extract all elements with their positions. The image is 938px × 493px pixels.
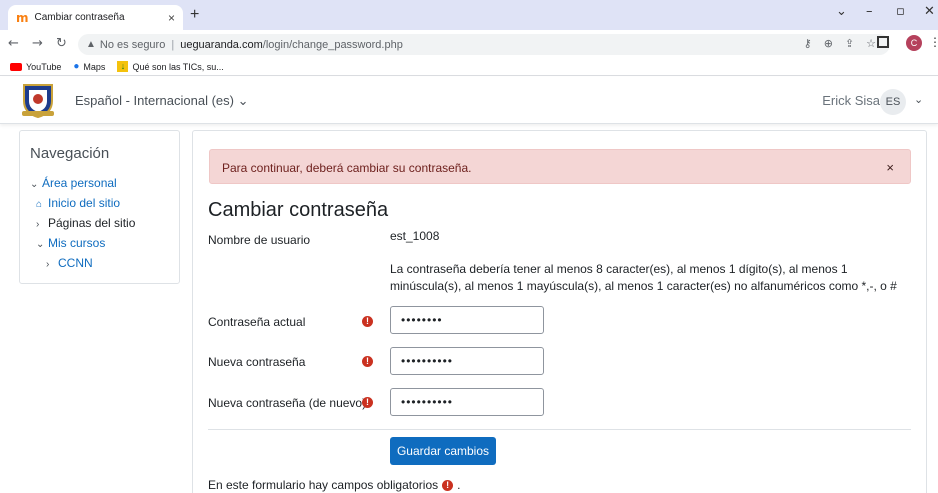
url-host: ueguaranda.com [180,38,263,51]
user-menu-chevron-icon[interactable]: ⌄ [914,93,923,106]
bookmark-label: Qué son las TICs, su... [132,61,224,72]
bookmark-maps[interactable]: ● Maps [73,61,105,72]
nav-item-ccnn[interactable]: › CCNN [30,254,169,274]
language-menu[interactable]: Español - Internacional (es) ⌄ [75,93,248,109]
tab-title: Cambiar contraseña [34,12,125,23]
profile-avatar[interactable]: C [906,35,922,51]
address-separator: | [171,38,175,51]
bookmarks-bar: YouTube ● Maps ↓ Qué son las TICs, su... [0,58,938,76]
alert-close-icon[interactable]: × [886,160,894,175]
browser-menu-icon[interactable]: ⋮ [929,35,938,49]
bookmark-label: Maps [83,61,106,72]
school-crest-logo[interactable] [20,81,56,119]
forward-icon[interactable]: → [32,36,43,51]
nav-item-label[interactable]: Páginas del sitio [48,216,135,230]
new-password-label: Nueva contraseña [208,355,306,369]
nav-item-paginas-sitio[interactable]: › Páginas del sitio [30,214,169,234]
share-icon[interactable]: ⇪ [845,37,854,50]
alert-text: Para continuar, deberá cambiar su contra… [222,161,472,175]
browser-toolbar: ← → ↻ ▲ No es seguro | ueguaranda.com /l… [0,30,938,58]
url-path: /login/change_password.php [262,38,403,51]
warning-triangle-icon[interactable]: ▲ [86,39,96,50]
chevron-right-icon[interactable]: › [36,215,44,234]
alert-message: Para continuar, deberá cambiar su contra… [209,149,911,184]
download-bookmark-icon: ↓ [117,61,129,72]
user-avatar[interactable]: ES [880,89,906,115]
bookmark-label: YouTube [26,61,62,72]
chevron-down-icon[interactable]: ⌄ [36,235,44,254]
save-changes-button[interactable]: Guardar cambios [390,437,496,465]
required-fields-note: En este formulario hay campos obligatori… [208,478,460,492]
minimize-icon[interactable]: – [866,4,873,19]
chevron-right-icon[interactable]: › [46,255,54,274]
address-bar[interactable]: ▲ No es seguro | ueguaranda.com /login/c… [78,34,890,55]
required-icon: ! [442,479,454,491]
close-window-icon[interactable]: ✕ [924,4,935,19]
moodle-favicon-icon: m [16,10,29,25]
browser-tab[interactable]: m Cambiar contraseña × [8,5,183,30]
navigation-heading: Navegación [30,145,110,162]
username-label: Nombre de usuario [208,233,311,247]
confirm-password-input[interactable]: •••••••••• [390,388,544,416]
nav-item-label[interactable]: Inicio del sitio [48,196,120,210]
site-navbar: Español - Internacional (es) ⌄ Erick Sis… [0,77,938,124]
required-note-text: En este formulario hay campos obligatori… [208,478,439,492]
required-icon: ! [362,356,373,367]
nav-item-label[interactable]: Mis cursos [48,236,105,250]
zoom-icon[interactable]: ⊕ [824,37,833,50]
nav-item-mis-cursos[interactable]: ⌄ Mis cursos [30,234,169,254]
new-password-input[interactable]: •••••••••• [390,347,544,375]
current-password-label: Contraseña actual [208,315,306,329]
restore-icon[interactable]: ▫ [896,4,905,19]
bookmark-star-icon[interactable]: ☆ [866,37,876,50]
main-region: Para continuar, deberá cambiar su contra… [192,130,927,493]
navigation-block: Navegación ⌄ Área personal ⌂ Inicio del si… [19,130,180,284]
username-value: est_1008 [390,229,440,243]
youtube-icon [10,62,22,71]
reload-icon[interactable]: ↻ [56,36,67,51]
nav-item-label[interactable]: Área personal [42,176,117,190]
confirm-password-label: Nueva contraseña (de nuevo) [208,396,367,410]
address-bar-actions: ⚷ ⊕ ⇪ ☆ [804,37,876,50]
side-panel-icon[interactable] [877,36,889,48]
current-password-input[interactable]: •••••••• [390,306,544,334]
required-icon: ! [362,397,373,408]
new-tab-icon[interactable]: + [190,6,199,24]
user-name[interactable]: Erick Sisa [822,93,880,108]
bookmark-youtube[interactable]: YouTube [10,62,61,72]
nav-item-area-personal[interactable]: ⌄ Área personal [30,174,169,194]
password-policy-text: La contraseña debería tener al menos 8 c… [390,262,897,293]
key-icon[interactable]: ⚷ [804,37,812,50]
nav-item-inicio-sitio[interactable]: ⌂ Inicio del sitio [30,194,169,214]
maps-pin-icon: ● [73,61,80,72]
tab-close-icon[interactable]: × [168,11,175,25]
nav-item-label[interactable]: CCNN [58,256,93,270]
form-divider [208,429,911,430]
tab-search-chevron-icon[interactable]: ⌄ [836,4,847,19]
security-status[interactable]: No es seguro [100,39,165,51]
page-title: Cambiar contraseña [208,199,389,221]
chevron-down-icon[interactable]: ⌄ [30,175,38,194]
back-icon[interactable]: ← [8,36,19,51]
browser-tab-strip: m Cambiar contraseña × + ⌄ – ▫ ✕ [0,0,938,30]
required-icon: ! [362,316,373,327]
home-icon: ⌂ [36,199,43,210]
required-note-end: . [457,478,461,492]
bookmark-tics[interactable]: ↓ Qué son las TICs, su... [117,61,224,72]
